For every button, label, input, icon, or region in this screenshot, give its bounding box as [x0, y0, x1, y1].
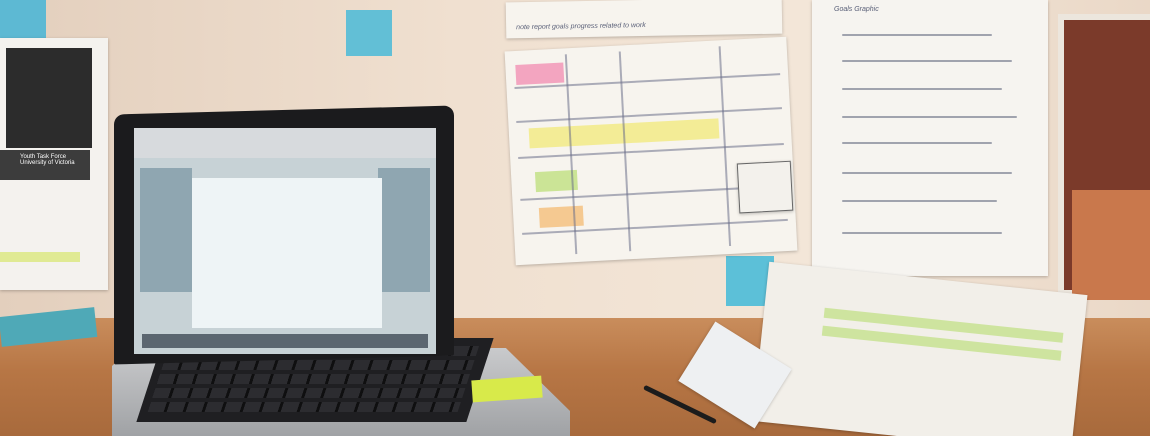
handwriting-line	[842, 60, 1012, 62]
flyer: Youth Task Force University of Victoria	[0, 38, 108, 290]
left-panel	[140, 168, 192, 292]
right-panel	[378, 168, 430, 292]
flyer-image	[6, 48, 92, 148]
sticky-note-blue	[0, 0, 46, 38]
window-titlebar	[134, 128, 436, 158]
handwriting-line	[842, 200, 997, 202]
pink-highlight	[515, 62, 565, 85]
goals-sheet: Goals Graphic	[812, 0, 1048, 276]
grid-line	[516, 107, 782, 124]
handwriting-line	[842, 232, 1002, 234]
goals-sheet-header: Goals Graphic	[834, 6, 879, 13]
laptop-display	[134, 128, 436, 354]
handwriting-line	[842, 142, 992, 144]
top-sheet-caption: note report goals progress related to wo…	[516, 21, 646, 32]
photo-scene: Youth Task Force University of Victoria …	[0, 0, 1150, 436]
sticky-note-blue	[346, 10, 392, 56]
handwriting-line	[842, 88, 1002, 90]
top-chart-sheet: note report goals progress related to wo…	[505, 0, 783, 39]
flyer-subtitle: University of Victoria	[20, 160, 75, 166]
flyer-banner: Youth Task Force University of Victoria	[0, 150, 90, 180]
flyer-highlight	[0, 252, 80, 262]
document-page	[192, 178, 382, 328]
dock	[142, 334, 428, 348]
box-icon	[1072, 190, 1150, 300]
orange-highlight	[538, 205, 584, 228]
handwriting-line	[842, 172, 1012, 174]
progress-chart-sheet	[504, 36, 798, 266]
handwriting-line	[842, 116, 1017, 118]
handwriting-line	[842, 34, 992, 36]
small-note	[736, 160, 794, 214]
